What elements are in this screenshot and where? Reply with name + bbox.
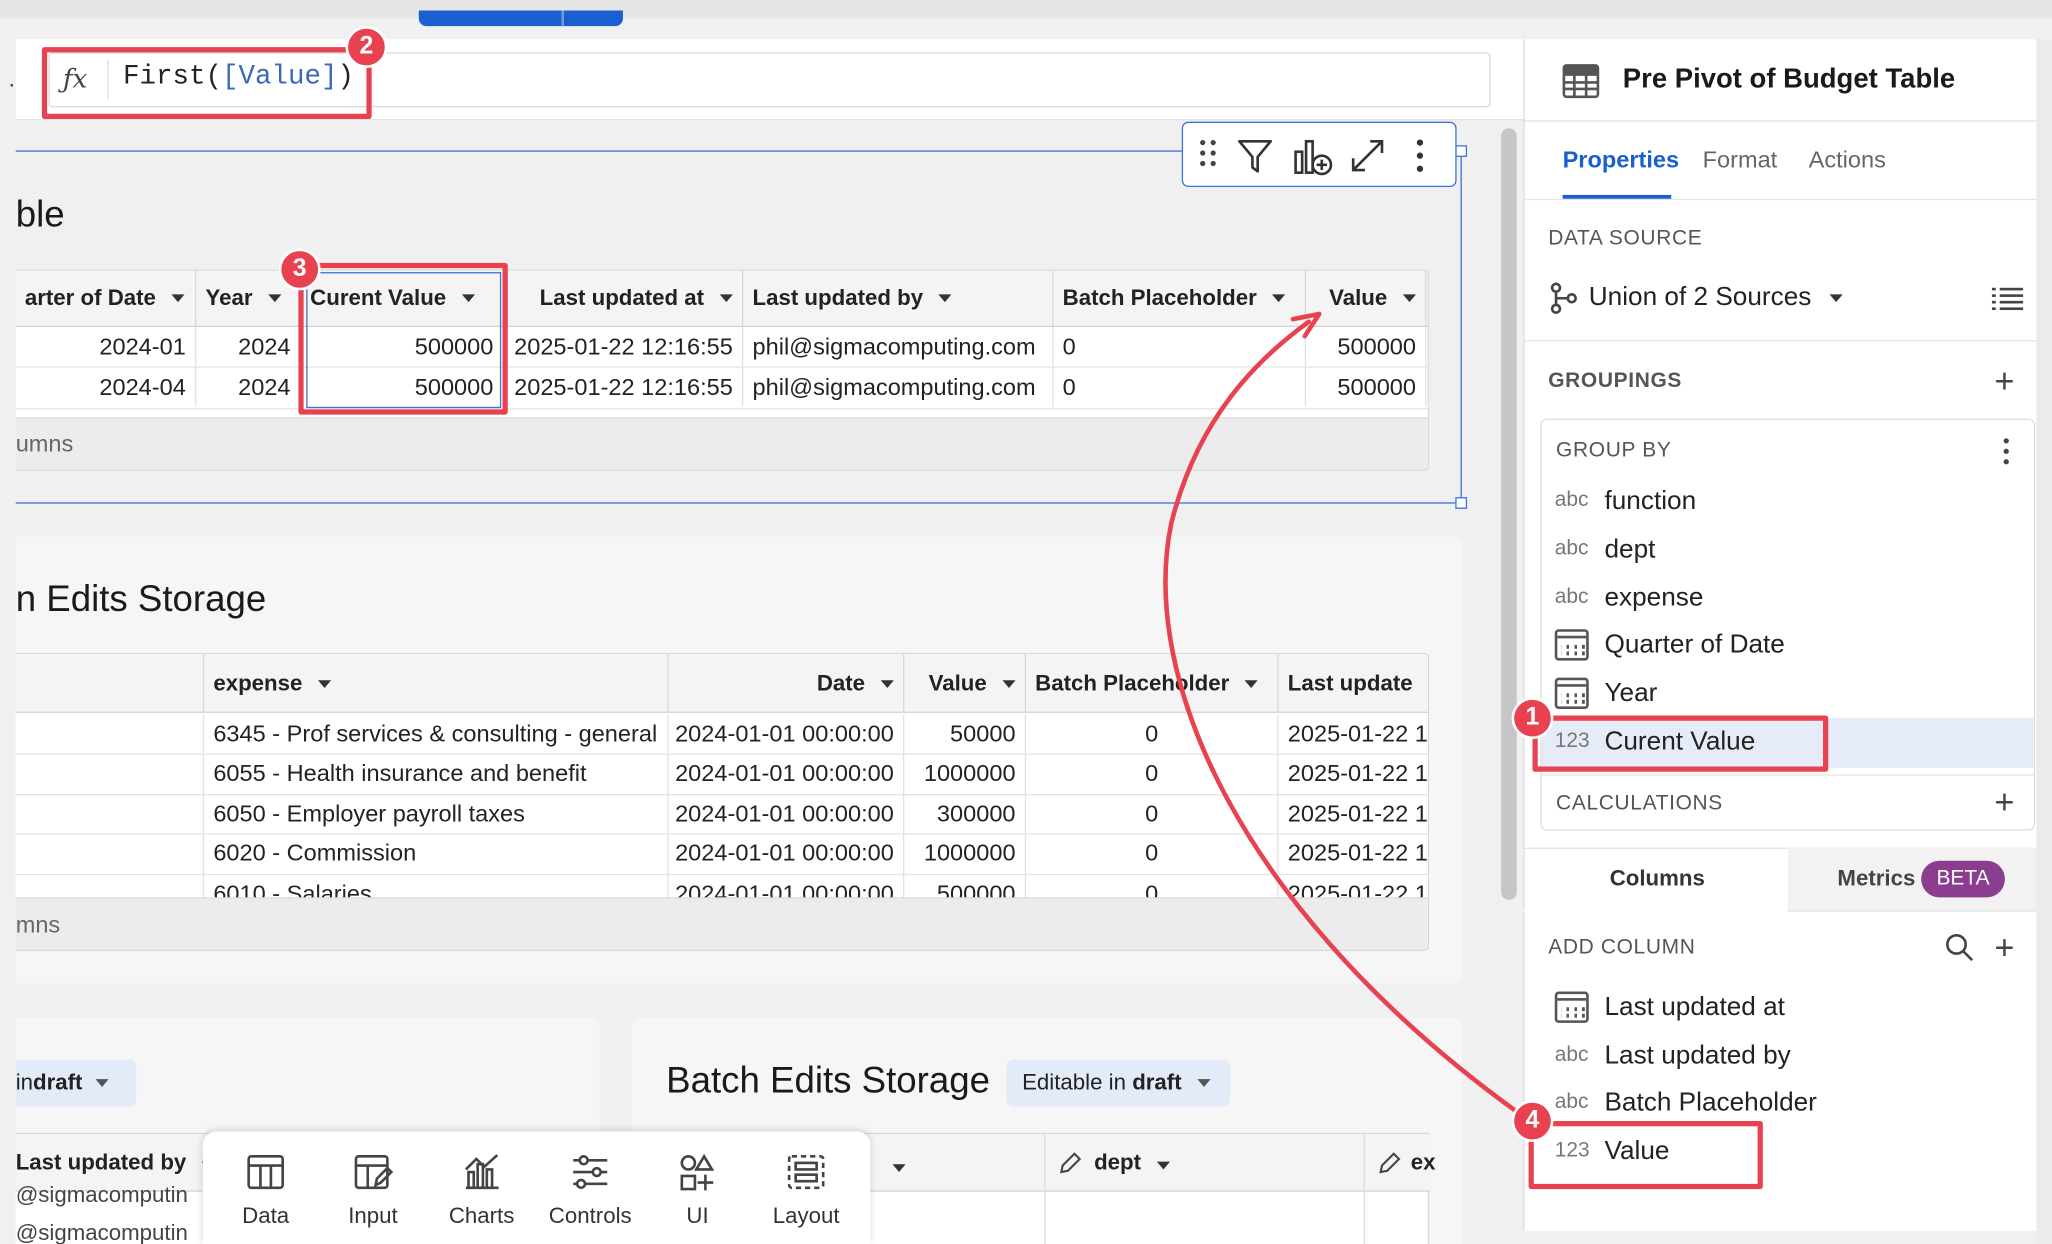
annotation-badge-4: 4 [1511,1100,1554,1142]
annotation-arrow [1163,311,1523,1117]
annotation-badge-1: 1 [1511,697,1554,740]
annotation-badge-2: 2 [345,26,388,69]
annotation-badge-3: 3 [278,248,321,291]
